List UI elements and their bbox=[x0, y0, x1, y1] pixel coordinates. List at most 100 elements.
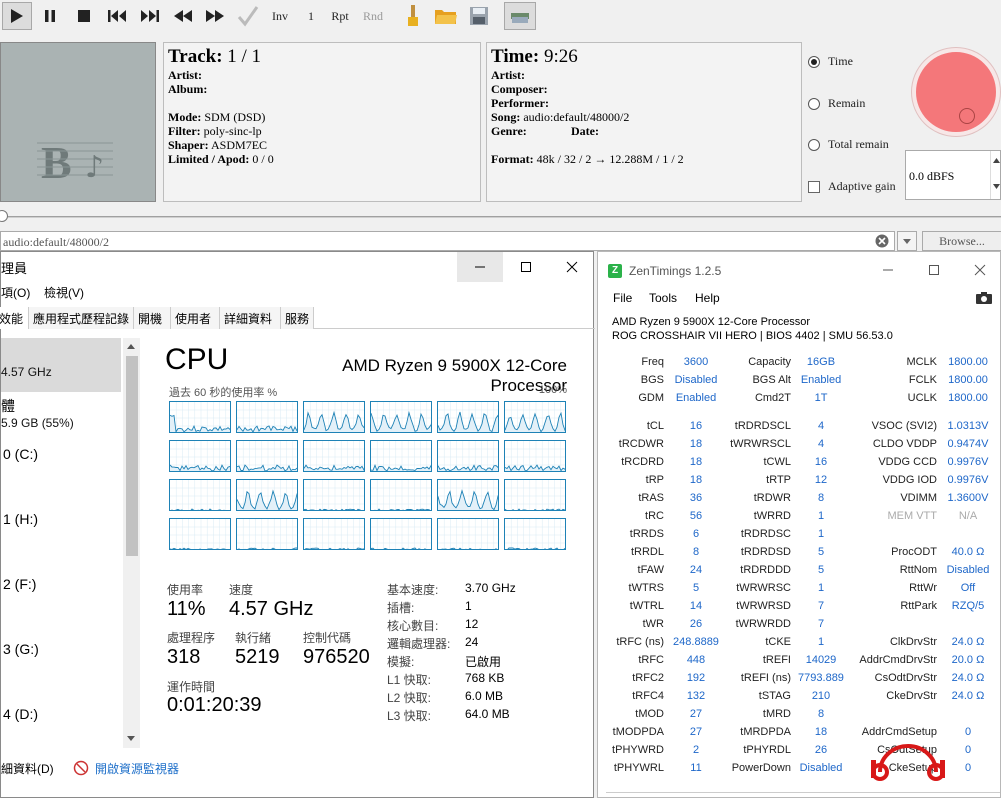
fast-forward-button[interactable] bbox=[202, 2, 228, 30]
core-graph bbox=[303, 479, 365, 511]
zen-close-button[interactable] bbox=[974, 264, 986, 279]
single-button[interactable]: 1 bbox=[302, 2, 320, 30]
speed-label: 速度 bbox=[229, 583, 254, 597]
tab-services[interactable]: 服務 bbox=[281, 307, 314, 329]
resource-item-disk-c[interactable]: 0 (C:) bbox=[3, 446, 38, 462]
track-info-panel: Track: 1 / 1 Artist: Album: Mode: SDM (D… bbox=[163, 42, 481, 202]
core-graph bbox=[504, 518, 566, 550]
tab-startup[interactable]: 開機 bbox=[134, 307, 171, 329]
timing-label: tWRWRSD bbox=[736, 600, 791, 612]
random-button[interactable]: Rnd bbox=[358, 2, 388, 30]
timing-value: 20.0 Ω bbox=[951, 654, 985, 666]
open-button[interactable] bbox=[432, 2, 460, 30]
timing-value: 1 bbox=[817, 636, 825, 648]
minimize-button[interactable] bbox=[457, 252, 503, 282]
zen-minimize-button[interactable] bbox=[882, 264, 894, 279]
broom-icon bbox=[408, 5, 418, 26]
repeat-button[interactable]: Rpt bbox=[326, 2, 354, 30]
window-title: 理員 bbox=[1, 261, 28, 276]
tab-users[interactable]: 使用者 bbox=[171, 307, 220, 329]
next-button[interactable] bbox=[137, 2, 163, 30]
timing-value: 4 bbox=[817, 420, 825, 432]
zen-maximize-button[interactable] bbox=[928, 264, 940, 279]
library-button[interactable] bbox=[504, 2, 536, 30]
timing-label: MEM VTT bbox=[887, 510, 938, 522]
check-button[interactable] bbox=[234, 2, 262, 30]
timing-label: tRC bbox=[645, 510, 664, 522]
timing-label: tRFC (ns) bbox=[616, 636, 664, 648]
spin-arrows-icon[interactable] bbox=[991, 151, 1001, 199]
cover-art: B ♪ bbox=[0, 42, 156, 202]
volume-value: 0.0 dBFS bbox=[909, 169, 955, 183]
maximize-button[interactable] bbox=[503, 252, 549, 282]
resource-item-disk-g[interactable]: 3 (G:) bbox=[3, 641, 39, 657]
timing-value: 6 bbox=[692, 528, 700, 540]
core-graph bbox=[236, 518, 298, 550]
spec-label: L1 快取: bbox=[387, 673, 432, 687]
task-manager-window: 理員 項(O) 檢視(V) 效能 應用程式歷程記錄 開機 使用者 詳細資料 服務… bbox=[0, 251, 595, 798]
timing-label: VSOC (SVI2) bbox=[871, 420, 937, 432]
menu-view[interactable]: 檢視(V) bbox=[44, 284, 84, 301]
stop-button[interactable] bbox=[72, 2, 96, 30]
fewer-details-link[interactable]: 細資料(D) bbox=[1, 760, 54, 777]
timing-value: 16 bbox=[814, 456, 828, 468]
zen-status-bar bbox=[606, 792, 1000, 798]
timing-value: 3600 bbox=[683, 356, 709, 368]
play-icon bbox=[11, 9, 23, 23]
scrollbar-thumb[interactable] bbox=[126, 356, 138, 556]
tab-app-history[interactable]: 應用程式歷程記錄 bbox=[29, 307, 134, 329]
zen-menu-file[interactable]: File bbox=[613, 291, 632, 305]
open-resource-monitor-link[interactable]: 開啟資源監視器 bbox=[95, 760, 179, 777]
cpu-title: CPU bbox=[165, 343, 229, 376]
zen-menu-tools[interactable]: Tools bbox=[649, 291, 677, 305]
radio-total-remain[interactable]: Total remain bbox=[808, 137, 889, 152]
timing-value: 0 bbox=[964, 726, 972, 738]
core-graph bbox=[504, 479, 566, 511]
clear-button[interactable] bbox=[400, 2, 426, 30]
timing-value: 1 bbox=[817, 510, 825, 522]
adaptive-gain-checkbox[interactable]: Adaptive gain bbox=[808, 179, 896, 194]
seek-track[interactable] bbox=[0, 216, 1001, 218]
invert-button[interactable]: Inv bbox=[266, 2, 294, 30]
timing-value: 1 bbox=[817, 582, 825, 594]
timing-label: Capacity bbox=[748, 356, 791, 368]
radio-remain[interactable]: Remain bbox=[808, 96, 865, 111]
screenshot-icon[interactable] bbox=[976, 292, 992, 307]
album-label: Album: bbox=[168, 82, 208, 96]
tab-details[interactable]: 詳細資料 bbox=[220, 307, 281, 329]
uptime-label: 運作時間 bbox=[167, 680, 216, 694]
timing-label: RttWr bbox=[909, 582, 937, 594]
spec-value: 1 bbox=[465, 599, 472, 613]
genre-label: Genre: bbox=[491, 124, 527, 138]
resource-item-disk-f[interactable]: 2 (F:) bbox=[3, 576, 36, 592]
timing-value: 14 bbox=[689, 600, 703, 612]
resource-item-disk-h[interactable]: 1 (H:) bbox=[3, 511, 38, 527]
radio-time[interactable]: Time bbox=[808, 54, 853, 69]
format-line: Format: 48k / 32 / 2 → 12.288M / 1 / 2 bbox=[491, 152, 684, 166]
browse-button[interactable]: Browse... bbox=[922, 231, 1001, 251]
resource-item-memory[interactable]: 體 5.9 GB (55%) bbox=[1, 396, 121, 436]
timing-label: Freq bbox=[641, 356, 664, 368]
timing-label: MCLK bbox=[906, 356, 937, 368]
timing-value: 2 bbox=[692, 744, 700, 756]
timing-label: tRDRDSC bbox=[740, 528, 791, 540]
tab-performance[interactable]: 效能 bbox=[0, 307, 29, 329]
close-button[interactable] bbox=[549, 252, 595, 282]
previous-button[interactable] bbox=[104, 2, 130, 30]
zen-menu-help[interactable]: Help bbox=[695, 291, 720, 305]
threads-value: 5219 bbox=[235, 646, 280, 668]
menu-options[interactable]: 項(O) bbox=[1, 284, 30, 301]
volume-spinbox[interactable]: 0.0 dBFS bbox=[905, 150, 1001, 200]
play-button[interactable] bbox=[2, 2, 32, 30]
resource-item-disk-d[interactable]: 4 (D:) bbox=[3, 706, 38, 722]
save-button[interactable] bbox=[466, 2, 492, 30]
timing-label: tWTRS bbox=[628, 582, 664, 594]
rewind-button[interactable] bbox=[170, 2, 196, 30]
pause-button[interactable] bbox=[38, 2, 62, 30]
url-dropdown-button[interactable] bbox=[897, 231, 917, 251]
resource-item-cpu[interactable]: 4.57 GHz bbox=[1, 338, 121, 392]
seek-thumb[interactable] bbox=[0, 210, 8, 222]
clear-url-icon[interactable] bbox=[875, 234, 889, 251]
url-input[interactable]: audio:default/48000/2 bbox=[0, 231, 895, 251]
volume-knob[interactable] bbox=[912, 48, 1000, 136]
